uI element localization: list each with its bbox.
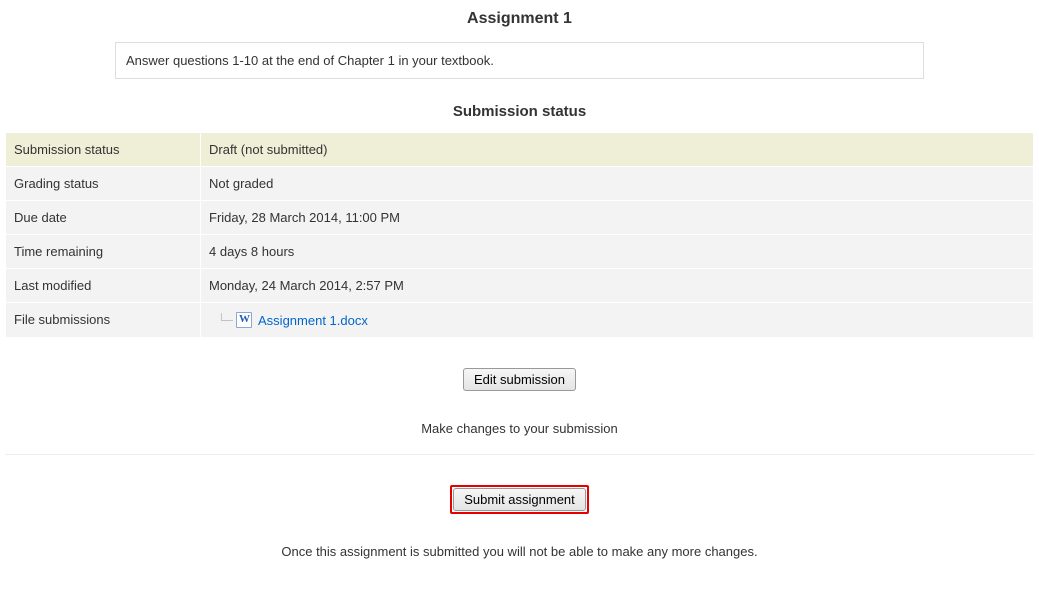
page-title: Assignment 1 [0, 10, 1039, 28]
table-row: Grading status Not graded [6, 167, 1034, 201]
edit-submission-hint: Make changes to your submission [5, 421, 1034, 436]
submission-status-heading: Submission status [0, 103, 1039, 120]
row-value: Monday, 24 March 2014, 2:57 PM [201, 269, 1034, 303]
row-label: File submissions [6, 303, 201, 338]
table-row: Last modified Monday, 24 March 2014, 2:5… [6, 269, 1034, 303]
submit-assignment-hint: Once this assignment is submitted you wi… [5, 544, 1034, 559]
edit-submission-section: Edit submission Make changes to your sub… [5, 338, 1034, 455]
submit-button-highlight: Submit assignment [450, 485, 589, 514]
assignment-description: Answer questions 1-10 at the end of Chap… [115, 42, 924, 79]
word-document-icon [236, 312, 252, 328]
row-label: Last modified [6, 269, 201, 303]
table-row: File submissions └─ Assignment 1.docx [6, 303, 1034, 338]
row-value: 4 days 8 hours [201, 235, 1034, 269]
submit-assignment-button[interactable]: Submit assignment [453, 488, 586, 511]
file-link[interactable]: Assignment 1.docx [258, 313, 368, 328]
row-label: Submission status [6, 133, 201, 167]
row-label: Time remaining [6, 235, 201, 269]
submission-status-table: Submission status Draft (not submitted) … [5, 132, 1034, 338]
row-label: Grading status [6, 167, 201, 201]
tree-connector-icon: └─ [217, 313, 232, 327]
edit-submission-button[interactable]: Edit submission [463, 368, 576, 391]
row-value: └─ Assignment 1.docx [201, 303, 1034, 338]
table-row: Time remaining 4 days 8 hours [6, 235, 1034, 269]
row-value: Draft (not submitted) [201, 133, 1034, 167]
table-row: Due date Friday, 28 March 2014, 11:00 PM [6, 201, 1034, 235]
row-value: Friday, 28 March 2014, 11:00 PM [201, 201, 1034, 235]
submit-assignment-section: Submit assignment Once this assignment i… [5, 455, 1034, 577]
table-row: Submission status Draft (not submitted) [6, 133, 1034, 167]
row-value: Not graded [201, 167, 1034, 201]
row-label: Due date [6, 201, 201, 235]
